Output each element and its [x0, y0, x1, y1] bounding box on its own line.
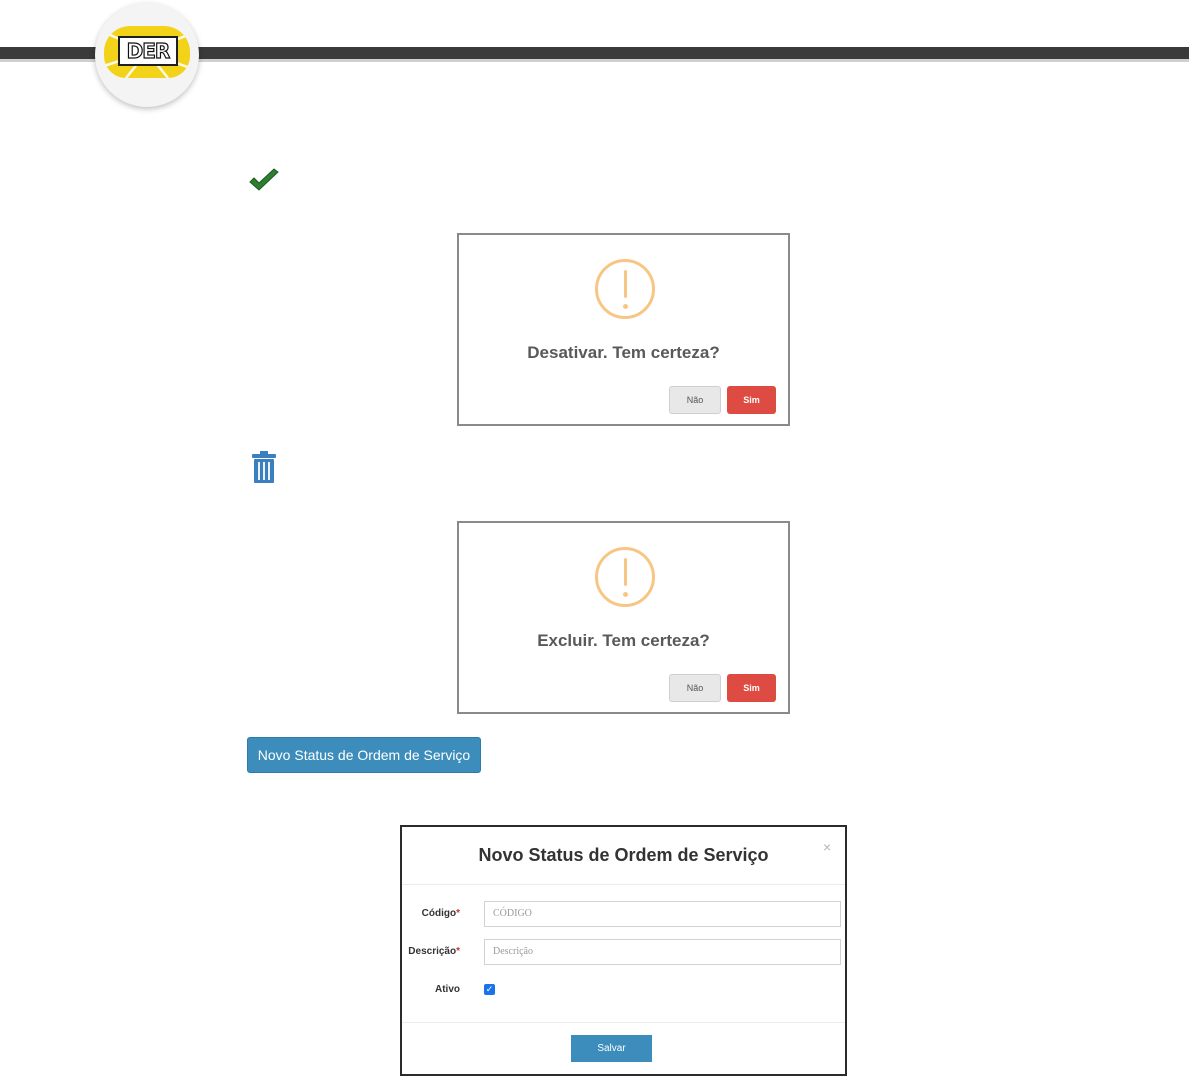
deactivate-confirm-dialog: Desativar. Tem certeza? Não Sim [457, 233, 790, 426]
warning-icon [595, 547, 655, 607]
warning-icon [595, 259, 655, 319]
required-mark: * [456, 946, 460, 957]
codigo-label-text: Código [421, 908, 457, 919]
checkmark-icon[interactable] [248, 168, 280, 194]
cancel-button[interactable]: Não [669, 674, 721, 702]
confirm-button[interactable]: Sim [727, 386, 776, 414]
der-logo[interactable]: DER [95, 3, 199, 107]
ativo-label: Ativo [435, 984, 460, 995]
new-status-modal: Novo Status de Ordem de Serviço × Código… [400, 825, 847, 1076]
trash-icon[interactable] [250, 450, 278, 484]
cancel-button[interactable]: Não [669, 386, 721, 414]
modal-divider [402, 1022, 845, 1023]
dialog-title: Excluir. Tem certeza? [537, 631, 710, 650]
confirm-button[interactable]: Sim [727, 674, 776, 702]
descricao-label-text: Descrição [408, 946, 457, 957]
close-icon[interactable]: × [823, 839, 831, 855]
descricao-input[interactable]: Descrição [484, 939, 841, 965]
save-button[interactable]: Salvar [571, 1035, 652, 1062]
logo-text: DER [118, 36, 178, 66]
logo-badge: DER [104, 26, 190, 78]
codigo-input[interactable]: CÓDIGO [484, 901, 841, 927]
descricao-label: Descrição* [404, 946, 460, 957]
new-status-button[interactable]: Novo Status de Ordem de Serviço [247, 737, 481, 773]
codigo-label: Código* [408, 908, 460, 919]
modal-divider [402, 884, 845, 885]
required-mark: * [456, 908, 460, 919]
delete-confirm-dialog: Excluir. Tem certeza? Não Sim [457, 521, 790, 714]
dialog-title: Desativar. Tem certeza? [527, 343, 720, 362]
ativo-checkbox[interactable]: ✓ [484, 984, 495, 995]
modal-title: Novo Status de Ordem de Serviço [478, 845, 769, 865]
